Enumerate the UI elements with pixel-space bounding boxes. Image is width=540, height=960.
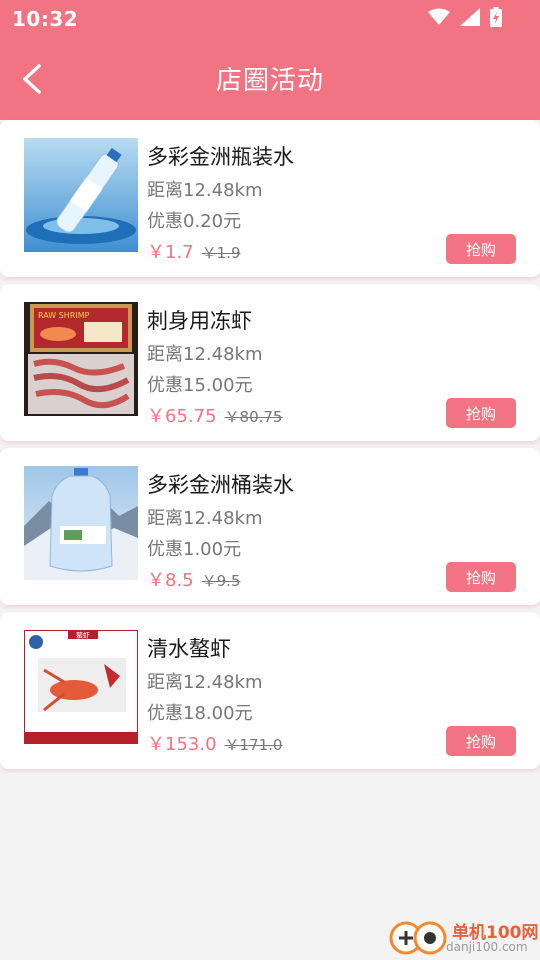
status-icons (428, 7, 502, 27)
buy-button[interactable]: 抢购 (446, 234, 516, 264)
original-price: ￥1.9 (201, 244, 241, 262)
price-row: ￥1.7 ￥1.9 (147, 238, 241, 264)
original-price: ￥171.0 (224, 736, 283, 754)
app-header: 店圈活动 (0, 36, 540, 120)
watermark-icon (389, 921, 447, 955)
buy-button[interactable]: 抢购 (446, 726, 516, 756)
price-row: ￥65.75 ￥80.75 (147, 402, 282, 428)
product-discount: 优惠1.00元 (147, 539, 242, 560)
buy-button[interactable]: 抢购 (446, 398, 516, 428)
sale-price: ￥153.0 (147, 734, 217, 755)
product-name: 清水螯虾 (147, 637, 231, 661)
wifi-icon (428, 8, 450, 25)
signal-icon (460, 8, 480, 26)
product-image (24, 138, 138, 252)
product-distance: 距离12.48km (147, 672, 263, 693)
image-label: 螯虾 (76, 631, 90, 640)
price-row: ￥8.5 ￥9.5 (147, 566, 241, 592)
sale-price: ￥65.75 (147, 406, 217, 427)
watermark-logo: 单机100网 danji100.com (388, 912, 540, 960)
watermark-url: danji100.com (446, 940, 528, 954)
original-price: ￥9.5 (201, 572, 241, 590)
sale-price: ￥1.7 (147, 242, 194, 263)
product-discount: 优惠0.20元 (147, 211, 242, 232)
product-distance: 距离12.48km (147, 344, 263, 365)
product-card[interactable]: 多彩金洲瓶装水 距离12.48km 优惠0.20元 ￥1.7 ￥1.9 抢购 (0, 120, 540, 277)
product-card[interactable]: RAW SHRIMP 刺身用冻虾 距离12.48km 优惠15.00元 ￥65.… (0, 284, 540, 441)
product-name: 多彩金洲瓶装水 (147, 145, 294, 169)
original-price: ￥80.75 (224, 408, 283, 426)
product-distance: 距离12.48km (147, 508, 263, 529)
product-name: 多彩金洲桶装水 (147, 473, 294, 497)
price-row: ￥153.0 ￥171.0 (147, 730, 282, 756)
product-distance: 距离12.48km (147, 180, 263, 201)
product-image (24, 466, 138, 580)
page-title: 店圈活动 (215, 66, 324, 96)
image-label: RAW SHRIMP (38, 311, 90, 320)
status-time: 10:32 (12, 7, 79, 31)
product-image: RAW SHRIMP (24, 302, 138, 416)
product-name: 刺身用冻虾 (147, 309, 252, 333)
status-bar: 10:32 (0, 0, 540, 36)
buy-button[interactable]: 抢购 (446, 562, 516, 592)
product-list: 多彩金洲瓶装水 距离12.48km 优惠0.20元 ￥1.7 ￥1.9 抢购 R… (0, 120, 540, 776)
battery-icon (490, 7, 502, 27)
product-discount: 优惠15.00元 (147, 375, 253, 396)
product-card[interactable]: 螯虾 清水螯虾 距离12.48km 优惠18.00元 ￥153.0 ￥171.0… (0, 612, 540, 769)
product-card[interactable]: 多彩金洲桶装水 距离12.48km 优惠1.00元 ￥8.5 ￥9.5 抢购 (0, 448, 540, 605)
product-image: 螯虾 (24, 630, 138, 744)
sale-price: ￥8.5 (147, 570, 194, 591)
product-discount: 优惠18.00元 (147, 703, 253, 724)
